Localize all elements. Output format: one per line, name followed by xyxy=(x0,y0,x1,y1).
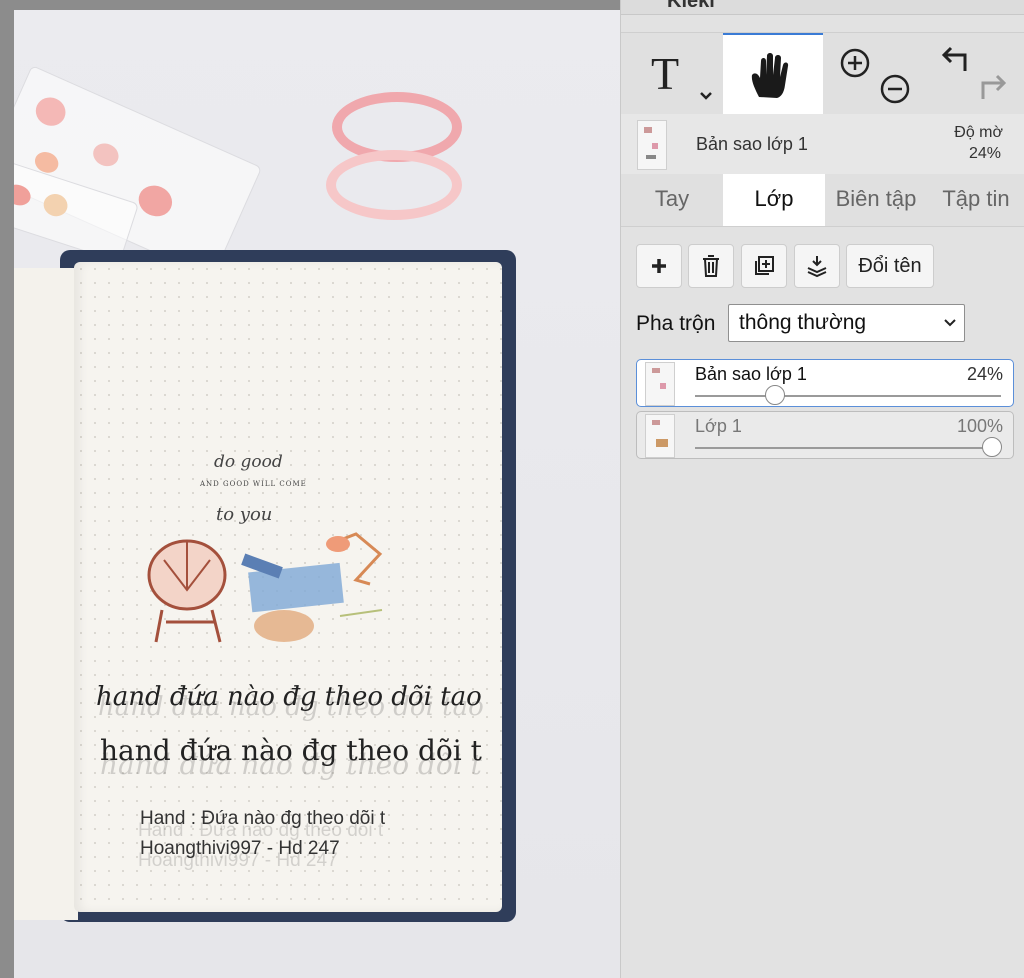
zoom-buttons xyxy=(827,33,927,115)
illustration-chair-desk xyxy=(147,532,383,643)
washi-tape-light xyxy=(326,150,462,220)
layer-opacity: 24% xyxy=(966,364,1003,384)
canvas-border xyxy=(0,0,14,978)
current-layer-thumbnail xyxy=(637,120,667,170)
canvas-border-top xyxy=(0,0,620,10)
current-layer-info: Bản sao lớp 1 Độ mờ 24% xyxy=(621,114,1024,174)
zoom-in-icon[interactable] xyxy=(839,47,871,79)
layer-opacity: 100% xyxy=(956,416,1003,436)
app-title: Kleki xyxy=(667,0,715,12)
hand-tool-button[interactable] xyxy=(723,33,823,115)
side-panel: Kleki T Bản sao lớp 1 Độ mờ 24% Tay Lớp … xyxy=(620,0,1024,978)
slider-handle[interactable] xyxy=(981,437,1002,457)
merge-down-icon xyxy=(807,256,827,278)
duplicate-icon xyxy=(755,256,774,275)
panel-tabs: Tay Lớp Biên tập Tập tin xyxy=(621,174,1024,227)
tab-layers[interactable]: Lớp xyxy=(723,174,825,226)
layer-name: Lớp 1 xyxy=(695,416,742,436)
history-buttons xyxy=(925,33,1024,115)
layer-thumbnail xyxy=(645,362,675,406)
layer-opacity-slider[interactable] xyxy=(695,385,1001,405)
opacity-value: 24% xyxy=(968,145,1001,162)
layer-item-copy[interactable]: Bản sao lớp 1 24% xyxy=(636,359,1014,407)
opacity-label: Độ mờ xyxy=(954,124,1003,141)
trash-icon xyxy=(703,255,719,277)
hand-icon xyxy=(751,53,789,98)
text-tool-icon: T xyxy=(651,48,680,99)
script-do-good: do good xyxy=(214,452,283,472)
drawing-canvas[interactable]: do good AND GOOD WILL COME to you hand đ… xyxy=(0,0,620,978)
tool-bar: T xyxy=(621,32,1024,116)
plus-icon xyxy=(652,259,666,273)
layer-name: Bản sao lớp 1 xyxy=(695,364,807,384)
delete-layer-button[interactable] xyxy=(688,244,734,288)
chevron-down-icon[interactable] xyxy=(699,91,713,101)
print-line2: Hoangthivi997 - Hd 247 xyxy=(140,838,340,859)
chevron-down-icon xyxy=(944,319,956,327)
text-tool-button[interactable]: T xyxy=(621,33,721,115)
tab-edit[interactable]: Biên tập xyxy=(825,174,927,226)
hand-line2: hand đứa nào đg theo dõi t xyxy=(100,734,482,767)
layer-thumbnail xyxy=(645,414,675,458)
zoom-out-icon[interactable] xyxy=(879,73,911,105)
current-layer-name: Bản sao lớp 1 xyxy=(696,134,808,154)
script-good-will-come: AND GOOD WILL COME xyxy=(200,480,307,488)
merge-down-button[interactable] xyxy=(794,244,840,288)
notebook-left-page xyxy=(14,268,78,920)
hand-line1: hand đứa nào đg theo dõi tao xyxy=(96,682,482,712)
layer-item-base[interactable]: Lớp 1 100% xyxy=(636,411,1014,459)
redo-icon[interactable] xyxy=(977,73,1011,103)
blend-mode-value: thông thường xyxy=(739,311,867,334)
slider-handle[interactable] xyxy=(764,385,785,405)
script-to-you: to you xyxy=(216,504,273,525)
duplicate-layer-button[interactable] xyxy=(741,244,787,288)
add-layer-button[interactable] xyxy=(636,244,682,288)
rename-layer-button[interactable]: Đổi tên xyxy=(846,244,934,288)
tab-file[interactable]: Tập tin xyxy=(927,174,1024,226)
blend-label: Pha trộn xyxy=(636,312,716,335)
layer-opacity-slider[interactable] xyxy=(695,437,1002,457)
blend-mode-select[interactable]: thông thường xyxy=(728,304,965,342)
tab-hand[interactable]: Tay xyxy=(621,174,723,226)
print-line1: Hand : Đứa nào đg theo dõi t xyxy=(140,808,386,829)
undo-icon[interactable] xyxy=(937,45,971,75)
top-menu-bar: Kleki xyxy=(621,0,1024,15)
notebook-page: do good AND GOOD WILL COME to you hand đ… xyxy=(74,262,502,912)
